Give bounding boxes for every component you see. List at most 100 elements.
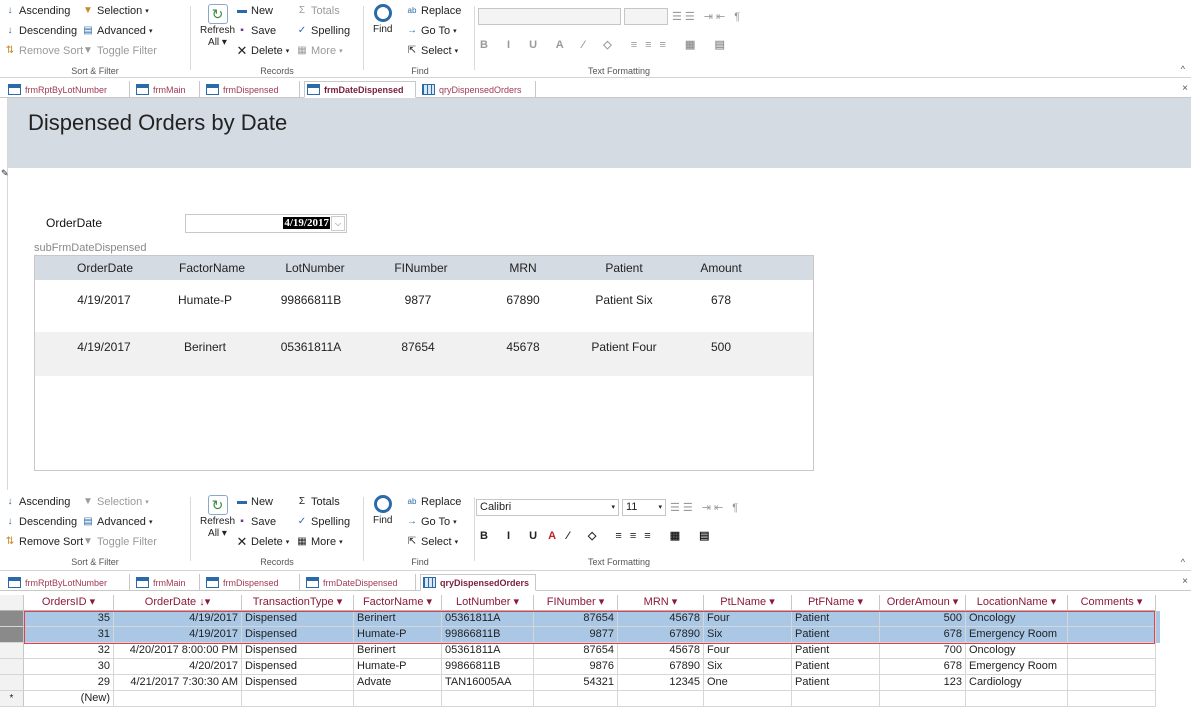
more-button[interactable]: ▦ More ▾ — [296, 45, 342, 57]
tab-qryDispensedOrders[interactable]: qryDispensedOrders — [420, 81, 536, 98]
table-row[interactable]: 30 4/20/2017 Dispensed Humate-P 99866811… — [0, 659, 1160, 675]
cell[interactable] — [114, 691, 242, 707]
close-icon[interactable]: × — [1182, 576, 1188, 587]
select-button[interactable]: ⇱ Select ▾ — [406, 536, 458, 548]
refresh-all-button[interactable]: ↻ Refresh All ▾ — [200, 4, 235, 48]
column-header-transactiontype[interactable]: TransactionType ▾ — [242, 595, 354, 611]
cell[interactable]: 31 — [24, 627, 114, 643]
cell[interactable]: Emergency Room — [966, 659, 1068, 675]
tab-frmRptByLotNumber[interactable]: frmRptByLotNumber — [6, 574, 130, 591]
cell[interactable]: Emergency Room — [966, 627, 1068, 643]
cell[interactable]: Advate — [354, 675, 442, 691]
sub-cell[interactable]: 500 — [671, 340, 771, 354]
row-selector[interactable] — [0, 611, 24, 627]
column-header-orderamount[interactable]: OrderAmoun ▾ — [880, 595, 966, 611]
cell[interactable]: Patient — [792, 611, 880, 627]
cell[interactable] — [1068, 611, 1156, 627]
new-record-button[interactable]: ▬ New — [236, 496, 273, 508]
cell[interactable] — [1068, 627, 1156, 643]
advanced-filter-button[interactable]: ▤ Advanced ▾ — [82, 516, 152, 528]
list-buttons[interactable]: ☰☰ ⇥⇤ ¶ — [670, 501, 741, 514]
cell[interactable]: 9876 — [534, 659, 618, 675]
list-buttons[interactable]: ☰☰ ⇥⇤ ¶ — [672, 10, 743, 23]
cell[interactable]: One — [704, 675, 792, 691]
chevron-down-icon[interactable]: ⌵ — [331, 216, 345, 231]
sort-descending-button[interactable]: ↓ Descending — [4, 25, 78, 37]
cell[interactable] — [534, 691, 618, 707]
column-header-orderdate[interactable]: OrderDate ↓▾ — [114, 595, 242, 611]
sort-ascending-button[interactable]: ↓ Ascending — [4, 5, 71, 17]
sub-cell[interactable]: Humate-P — [155, 293, 255, 307]
tab-frmDateDispensed[interactable]: frmDateDispensed — [304, 574, 416, 591]
spelling-button[interactable]: ✓ Spelling — [296, 25, 350, 37]
sub-cell[interactable]: 99866811B — [261, 293, 361, 307]
font-size-combo[interactable] — [624, 8, 668, 25]
cell[interactable]: 99866811B — [442, 627, 534, 643]
tab-frmMain[interactable]: frmMain — [134, 574, 200, 591]
cell[interactable]: Oncology — [966, 611, 1068, 627]
column-header-mrn[interactable]: MRN ▾ — [618, 595, 704, 611]
remove-sort-button[interactable]: ⇅ Remove Sort — [4, 45, 83, 57]
cell[interactable]: Four — [704, 611, 792, 627]
totals-button[interactable]: Σ Totals — [296, 5, 340, 17]
cell[interactable]: Berinert — [354, 643, 442, 659]
cell[interactable]: 678 — [880, 627, 966, 643]
tab-qryDispensedOrders[interactable]: qryDispensedOrders — [420, 574, 536, 591]
column-header-ordersid[interactable]: OrdersID ▾ — [24, 595, 114, 611]
cell[interactable]: 4/19/2017 — [114, 611, 242, 627]
row-selector[interactable] — [0, 643, 24, 659]
totals-button[interactable]: Σ Totals — [296, 496, 340, 508]
refresh-all-button[interactable]: ↻ Refresh All ▾ — [200, 495, 235, 539]
cell[interactable]: Patient — [792, 627, 880, 643]
order-date-combo[interactable]: 4/19/2017 ⌵ — [185, 214, 347, 233]
cell[interactable]: 700 — [880, 643, 966, 659]
row-selector[interactable] — [0, 627, 24, 643]
cell[interactable] — [1068, 691, 1156, 707]
collapse-ribbon-icon[interactable]: ^ — [1181, 64, 1185, 74]
cell[interactable]: Patient — [792, 659, 880, 675]
row-selector[interactable] — [0, 675, 24, 691]
cell[interactable]: Six — [704, 659, 792, 675]
cell[interactable] — [1068, 675, 1156, 691]
cell[interactable] — [792, 691, 880, 707]
find-button[interactable]: Find — [373, 495, 392, 526]
cell[interactable]: 29 — [24, 675, 114, 691]
cell[interactable] — [354, 691, 442, 707]
close-icon[interactable]: × — [1182, 83, 1188, 94]
new-record-button[interactable]: ▬ New — [236, 5, 273, 17]
go-to-button[interactable]: → Go To ▾ — [406, 516, 457, 528]
sort-ascending-button[interactable]: ↓ Ascending — [4, 496, 71, 508]
cell[interactable]: Dispensed — [242, 627, 354, 643]
cell[interactable]: 4/19/2017 — [114, 627, 242, 643]
cell[interactable]: TAN16005AA — [442, 675, 534, 691]
advanced-filter-button[interactable]: ▤ Advanced ▾ — [82, 25, 152, 37]
sub-cell[interactable]: 4/19/2017 — [54, 340, 154, 354]
cell[interactable]: 45678 — [618, 643, 704, 659]
cell[interactable]: 87654 — [534, 611, 618, 627]
cell[interactable] — [242, 691, 354, 707]
find-button[interactable]: Find — [373, 4, 392, 35]
delete-record-button[interactable]: ✕ Delete ▾ — [236, 44, 290, 57]
cell[interactable]: Humate-P — [354, 627, 442, 643]
cell[interactable]: 87654 — [534, 643, 618, 659]
selection-button[interactable]: ▼ Selection ▾ — [82, 496, 149, 508]
replace-button[interactable]: ab Replace — [406, 496, 462, 508]
cell[interactable]: Four — [704, 643, 792, 659]
table-row[interactable]: 29 4/21/2017 7:30:30 AM Dispensed Advate… — [0, 675, 1160, 691]
cell[interactable]: 500 — [880, 611, 966, 627]
subform-row[interactable]: 4/19/2017 Berinert 05361811A 87654 45678… — [35, 332, 813, 376]
toggle-filter-button[interactable]: ▼ Toggle Filter — [82, 536, 157, 548]
tab-frmDispensed[interactable]: frmDispensed — [204, 81, 300, 98]
table-row[interactable]: 32 4/20/2017 8:00:00 PM Dispensed Berine… — [0, 643, 1160, 659]
sub-cell[interactable]: 67890 — [473, 293, 573, 307]
cell[interactable]: Cardiology — [966, 675, 1068, 691]
cell[interactable]: 30 — [24, 659, 114, 675]
save-record-button[interactable]: ▪ Save — [236, 25, 276, 37]
cell[interactable]: 45678 — [618, 611, 704, 627]
sub-cell[interactable]: 45678 — [473, 340, 573, 354]
cell[interactable] — [880, 691, 966, 707]
collapse-ribbon-icon[interactable]: ^ — [1181, 557, 1185, 567]
go-to-button[interactable]: → Go To ▾ — [406, 25, 457, 37]
cell[interactable]: 35 — [24, 611, 114, 627]
cell[interactable]: 123 — [880, 675, 966, 691]
